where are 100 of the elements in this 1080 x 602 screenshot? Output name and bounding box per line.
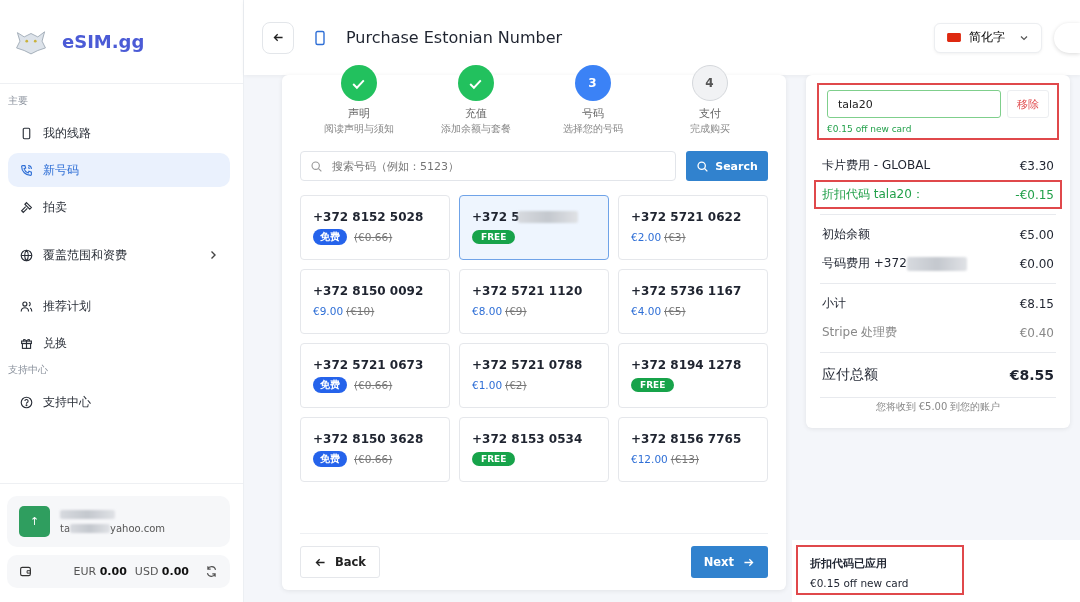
step-indicator: 4: [691, 65, 728, 101]
row-label: Stripe 处理费: [822, 324, 898, 341]
phone-number: +372 8156 7765: [631, 432, 742, 446]
brand-name: eSIM.gg: [62, 31, 145, 52]
gavel-icon: [20, 200, 33, 214]
row-amount: -€0.15: [1015, 187, 1054, 202]
remove-button[interactable]: 移除: [1007, 90, 1049, 118]
summary-note: 您将收到 €5.00 到您的账户: [874, 400, 1002, 414]
number-option[interactable]: +372 5721 0673 免费 (€0.66): [300, 343, 450, 408]
phone-number: +372 8152 5028: [313, 210, 424, 224]
step-description: 添加余额与套餐: [440, 123, 511, 136]
phone-number: +372 5721 0622: [631, 210, 742, 224]
original-price: (€9): [505, 305, 527, 317]
phone-icon: [20, 126, 33, 140]
sidebar-item[interactable]: 我的线路: [8, 116, 230, 150]
phone-number: +372 8194 1278: [631, 358, 742, 372]
balance-amount: EUR 0.00: [73, 565, 127, 578]
free-badge: FREE: [472, 452, 516, 466]
original-price: (€13): [670, 453, 699, 465]
toast-text: €0.15 off new card: [810, 577, 910, 589]
user-avatar: ↑: [19, 506, 50, 537]
price: €8.00: [472, 305, 503, 317]
phone-call-icon: [20, 163, 33, 177]
phone-number: +372 5: [472, 210, 520, 224]
user-card[interactable]: ↑ ta yahoo.com: [7, 496, 230, 547]
number-option[interactable]: +372 5736 1167 €4.00 (€5): [618, 269, 768, 334]
original-price: (€2): [505, 379, 527, 391]
row-amount: €3.30: [1019, 158, 1054, 173]
sidebar-item[interactable]: 覆盖范围和资费: [8, 238, 230, 272]
arrow-left-icon: [271, 31, 285, 44]
sidebar-item[interactable]: 拍卖: [8, 190, 230, 224]
blurred-email: [70, 523, 111, 533]
row-amount: €0.00: [1019, 256, 1054, 271]
language-selector[interactable]: 简化字: [934, 22, 1042, 53]
sidebar-item[interactable]: 支持中心: [8, 385, 230, 419]
number-option[interactable]: +372 5721 1120 €8.00 (€9): [459, 269, 609, 334]
sidebar-item[interactable]: 推荐计划: [8, 289, 230, 323]
free-badge: 免费: [313, 451, 347, 467]
number-option[interactable]: +372 5721 0622 €2.00 (€3): [618, 195, 768, 260]
number-option[interactable]: +372 5721 0788 €1.00 (€2): [459, 343, 609, 408]
row-label: 号码费用 +372: [822, 255, 907, 272]
refresh-icon[interactable]: [205, 565, 218, 578]
flag-icon: [947, 33, 961, 42]
chevron-right-icon: [208, 250, 218, 260]
number-option[interactable]: +372 8156 7765 €12.00 (€13): [618, 417, 768, 482]
email-text: yahoo.com: [110, 522, 166, 534]
price: €12.00: [631, 453, 668, 465]
step-label: 号码: [581, 106, 604, 121]
step-description: 选择您的号码: [562, 123, 623, 136]
step-label: 支付: [698, 106, 721, 121]
free-badge: FREE: [631, 378, 675, 392]
coupon-message: €0.15 off new card: [827, 124, 913, 134]
free-badge: 免费: [313, 377, 347, 393]
wallet-icon: [19, 565, 32, 578]
row-label: 应付总额: [822, 366, 878, 384]
free-badge: 免费: [313, 229, 347, 245]
sidebar-item[interactable]: 兑换: [8, 326, 230, 360]
sidebar-item[interactable]: 新号码: [8, 153, 230, 187]
phone-number: +372 5721 1120: [472, 284, 583, 298]
step-description: 阅读声明与须知: [323, 123, 394, 136]
row-label: 小计: [822, 295, 846, 312]
number-option[interactable]: +372 8152 5028 免费 (€0.66): [300, 195, 450, 260]
phone-number: +372 5721 0673: [313, 358, 424, 372]
number-option[interactable]: +372 8194 1278 FREE: [618, 343, 768, 408]
back-button[interactable]: [262, 21, 294, 54]
search-field[interactable]: 搜索号码（例如：5123）: [300, 151, 676, 181]
phone-icon: [312, 28, 328, 47]
price: €1.00: [472, 379, 503, 391]
search-button[interactable]: Search: [686, 151, 768, 181]
row-label: 卡片费用 - GLOBAL: [822, 157, 931, 174]
original-price: (€0.66): [354, 231, 393, 243]
section-heading: 支持中心: [8, 363, 49, 377]
price: €9.00: [313, 305, 344, 317]
number-option[interactable]: +372 8150 0092 €9.00 (€10): [300, 269, 450, 334]
search-icon: [310, 160, 323, 173]
price: €4.00: [631, 305, 662, 317]
phone-number: +372 5736 1167: [631, 284, 742, 298]
number-option[interactable]: +372 8150 3628 免费 (€0.66): [300, 417, 450, 482]
page-title: Purchase Estonian Number: [346, 28, 563, 47]
gift-icon: [20, 336, 33, 350]
section-heading: 主要: [8, 94, 29, 108]
toast-title: 折扣代码已应用: [810, 557, 888, 571]
row-label: 折扣代码 tala20：: [822, 186, 924, 203]
original-price: (€5): [664, 305, 686, 317]
phone-number: +372 8150 0092: [313, 284, 424, 298]
users-icon: [20, 299, 33, 313]
blurred-name: [60, 509, 115, 519]
row-amount: €0.40: [1019, 325, 1054, 340]
original-price: (€3): [664, 231, 686, 243]
number-option[interactable]: +372 5 FREE: [459, 195, 609, 260]
row-label: 初始余额: [822, 226, 870, 243]
coupon-field[interactable]: tala20: [827, 90, 1001, 118]
back-button[interactable]: Back: [300, 546, 380, 578]
next-button[interactable]: Next: [690, 546, 768, 578]
step-indicator: 3: [574, 65, 611, 101]
original-price: (€0.66): [354, 379, 393, 391]
row-amount: €8.55: [1009, 367, 1054, 383]
step-label: 声明: [347, 106, 370, 121]
number-option[interactable]: +372 8153 0534 FREE: [459, 417, 609, 482]
price: €2.00: [631, 231, 662, 243]
